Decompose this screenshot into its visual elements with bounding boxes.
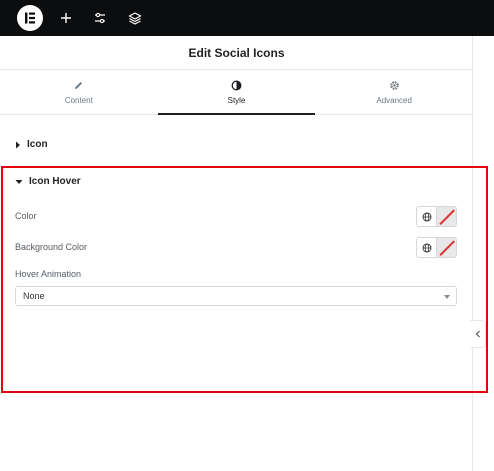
top-toolbar: [0, 0, 494, 36]
site-settings-button[interactable]: [90, 8, 110, 28]
panel-tabs: Content Style Advanced: [0, 71, 473, 115]
panel-header: Edit Social Icons: [0, 36, 473, 70]
tab-content[interactable]: Content: [0, 71, 158, 114]
highlight-box: [1, 166, 488, 393]
structure-button[interactable]: [125, 8, 145, 28]
sliders-icon: [95, 12, 105, 24]
tab-advanced[interactable]: Advanced: [315, 71, 473, 114]
elementor-logo-icon: [25, 12, 35, 24]
add-element-button[interactable]: [56, 8, 76, 28]
elementor-logo-button[interactable]: [17, 5, 43, 31]
gear-icon: [389, 81, 399, 90]
plus-icon: [61, 13, 71, 23]
pencil-icon: [75, 82, 83, 89]
tab-advanced-label: Advanced: [376, 96, 412, 105]
layers-icon: [128, 12, 142, 25]
panel-title: Edit Social Icons: [188, 45, 285, 60]
tab-content-label: Content: [64, 96, 93, 105]
section-icon-label: Icon: [27, 139, 48, 150]
tab-style[interactable]: Style: [157, 71, 316, 115]
tab-style-label: Style: [227, 96, 246, 105]
caret-right-icon: [16, 141, 20, 148]
half-circle-icon: [231, 80, 242, 91]
section-icon-toggle[interactable]: Icon: [15, 139, 48, 150]
